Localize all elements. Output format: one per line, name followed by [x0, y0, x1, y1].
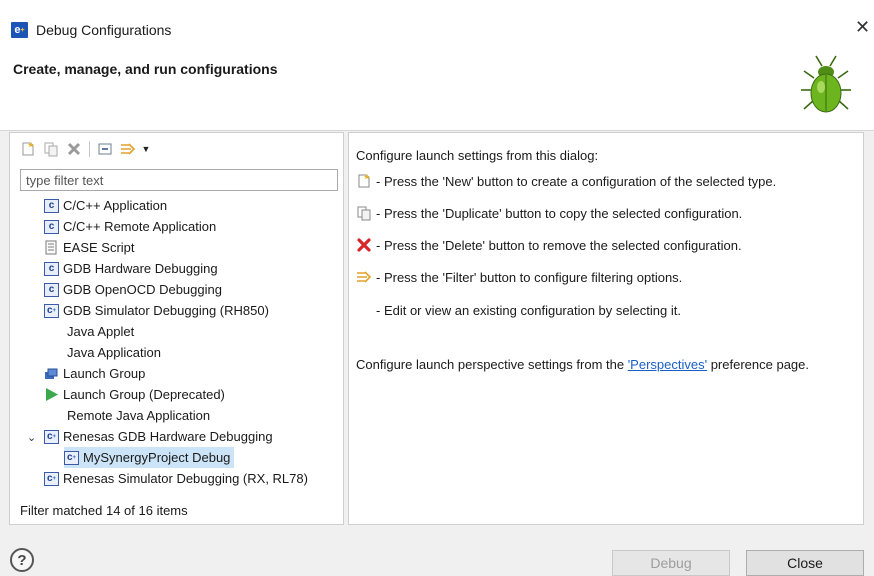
tree-item-label: Remote Java Application	[67, 408, 211, 423]
tree-item-java-application[interactable]: Java Application	[63, 342, 161, 363]
perspective-prefix-text: Configure launch perspective settings fr…	[356, 357, 628, 372]
launch-group-icon	[45, 368, 58, 379]
edit-info-text: - Edit or view an existing configuration…	[376, 303, 681, 318]
tree-item-ease-script[interactable]: EASE Script	[44, 237, 135, 258]
delete-info-line: - Press the 'Delete' button to remove th…	[356, 237, 742, 253]
help-button[interactable]: ?	[10, 548, 34, 572]
renesas-c-icon: c +	[44, 429, 59, 444]
renesas-c-icon: c +	[64, 450, 79, 465]
new-config-icon	[358, 174, 370, 188]
tree-item-java-applet[interactable]: Java Applet	[63, 321, 134, 342]
tree-item-label: Launch Group	[63, 366, 146, 381]
tree-item-label: C/C++ Remote Application	[63, 219, 217, 234]
duplicate-configuration-button[interactable]	[41, 140, 61, 158]
toolbar-separator	[89, 141, 90, 157]
close-button[interactable]: Close	[746, 550, 864, 576]
filter-button[interactable]	[118, 140, 138, 158]
perspective-suffix-text: preference page.	[707, 357, 809, 372]
chevron-down-icon: ▼	[141, 144, 151, 154]
new-info-text: - Press the 'New' button to create a con…	[376, 173, 777, 189]
delete-icon	[67, 142, 81, 156]
tree-item-renesas-simulator-debugging[interactable]: c + Renesas Simulator Debugging (RX, RL78…	[44, 468, 308, 489]
tree-item-label: EASE Script	[63, 240, 135, 255]
new-config-icon	[22, 142, 34, 156]
title-bar: e + Debug Configurations ✕	[0, 0, 874, 38]
new-configuration-button[interactable]	[18, 140, 38, 158]
configuration-tree-panel: ▼ c C/C++ Application c C/C++ Remote App…	[9, 132, 344, 525]
c-project-icon: c	[44, 198, 59, 213]
close-window-icon[interactable]: ✕	[855, 18, 870, 36]
window-title: Debug Configurations	[36, 22, 172, 38]
tree-item-label: Java Application	[67, 345, 161, 360]
duplicate-icon	[357, 206, 371, 221]
tree-item-label: Renesas Simulator Debugging (RX, RL78)	[63, 471, 308, 486]
filter-dropdown-button[interactable]: ▼	[141, 140, 151, 158]
tree-item-label: GDB OpenOCD Debugging	[63, 282, 222, 297]
duplicate-info-text: - Press the 'Duplicate' button to copy t…	[376, 205, 743, 221]
delete-configuration-button[interactable]	[64, 140, 84, 158]
filter-status-text: Filter matched 14 of 16 items	[20, 503, 188, 518]
tree-item-label: Renesas GDB Hardware Debugging	[63, 429, 273, 444]
renesas-c-icon: c +	[44, 471, 59, 486]
tree-item-cpp-application[interactable]: c C/C++ Application	[44, 195, 167, 216]
debug-button[interactable]: Debug	[612, 550, 730, 576]
tree-item-label: Launch Group (Deprecated)	[63, 387, 225, 402]
tree-item-mysynergyproject-debug[interactable]: c + MySynergyProject Debug	[64, 447, 235, 468]
duplicate-info-line: - Press the 'Duplicate' button to copy t…	[356, 205, 742, 221]
debug-configurations-dialog: e + Debug Configurations ✕ Create, manage…	[0, 0, 874, 576]
tree-item-label: GDB Simulator Debugging (RH850)	[63, 303, 269, 318]
tree-item-label: MySynergyProject Debug	[83, 450, 231, 465]
info-panel: Configure launch settings from this dial…	[348, 132, 864, 525]
perspective-info-line: Configure launch perspective settings fr…	[356, 357, 809, 372]
collapse-all-icon	[98, 143, 112, 155]
delete-info-text: - Press the 'Delete' button to remove th…	[376, 237, 742, 253]
chevron-down-icon[interactable]: ⌄	[27, 431, 36, 444]
tree-item-launch-group[interactable]: Launch Group	[44, 363, 145, 384]
delete-icon	[357, 238, 371, 252]
tree-item-renesas-gdb-hardware-debugging[interactable]: c + Renesas GDB Hardware Debugging	[44, 426, 273, 447]
duplicate-icon	[44, 142, 58, 157]
script-icon	[45, 240, 57, 255]
tree-item-gdb-hardware-debugging[interactable]: c GDB Hardware Debugging	[44, 258, 218, 279]
tree-item-label: Java Applet	[67, 324, 135, 339]
tree-toolbar: ▼	[18, 139, 151, 159]
banner-title: Create, manage, and run configurations	[13, 61, 278, 77]
tree-item-cpp-remote-application[interactable]: c C/C++ Remote Application	[44, 216, 216, 237]
eclipse-app-icon: e +	[11, 22, 28, 38]
tree-item-gdb-simulator-debugging[interactable]: c + GDB Simulator Debugging (RH850)	[44, 300, 269, 321]
tree-item-label: GDB Hardware Debugging	[63, 261, 218, 276]
perspectives-link[interactable]: 'Perspectives'	[628, 357, 707, 372]
tree-item-remote-java-application[interactable]: Remote Java Application	[63, 405, 210, 426]
tree-item-gdb-openocd-debugging[interactable]: c GDB OpenOCD Debugging	[44, 279, 222, 300]
c-project-icon: c	[44, 282, 59, 297]
tree-item-label: C/C++ Application	[63, 198, 168, 213]
filter-icon	[357, 271, 372, 283]
intro-text: Configure launch settings from this dial…	[356, 148, 599, 163]
filter-input[interactable]	[20, 169, 338, 191]
renesas-c-icon: c +	[44, 303, 59, 318]
filter-icon	[121, 143, 136, 155]
debug-bug-icon	[801, 55, 851, 113]
run-arrow-icon	[46, 388, 58, 401]
new-info-line: - Press the 'New' button to create a con…	[356, 173, 776, 189]
filter-info-line: - Press the 'Filter' button to configure…	[356, 269, 682, 285]
collapse-all-button[interactable]	[95, 140, 115, 158]
filter-info-text: - Press the 'Filter' button to configure…	[376, 269, 683, 285]
tree-item-launch-group-deprecated[interactable]: Launch Group (Deprecated)	[44, 384, 225, 405]
c-project-icon: c	[44, 261, 59, 276]
c-project-icon: c	[44, 219, 59, 234]
header-banner: Create, manage, and run configurations	[0, 38, 874, 131]
